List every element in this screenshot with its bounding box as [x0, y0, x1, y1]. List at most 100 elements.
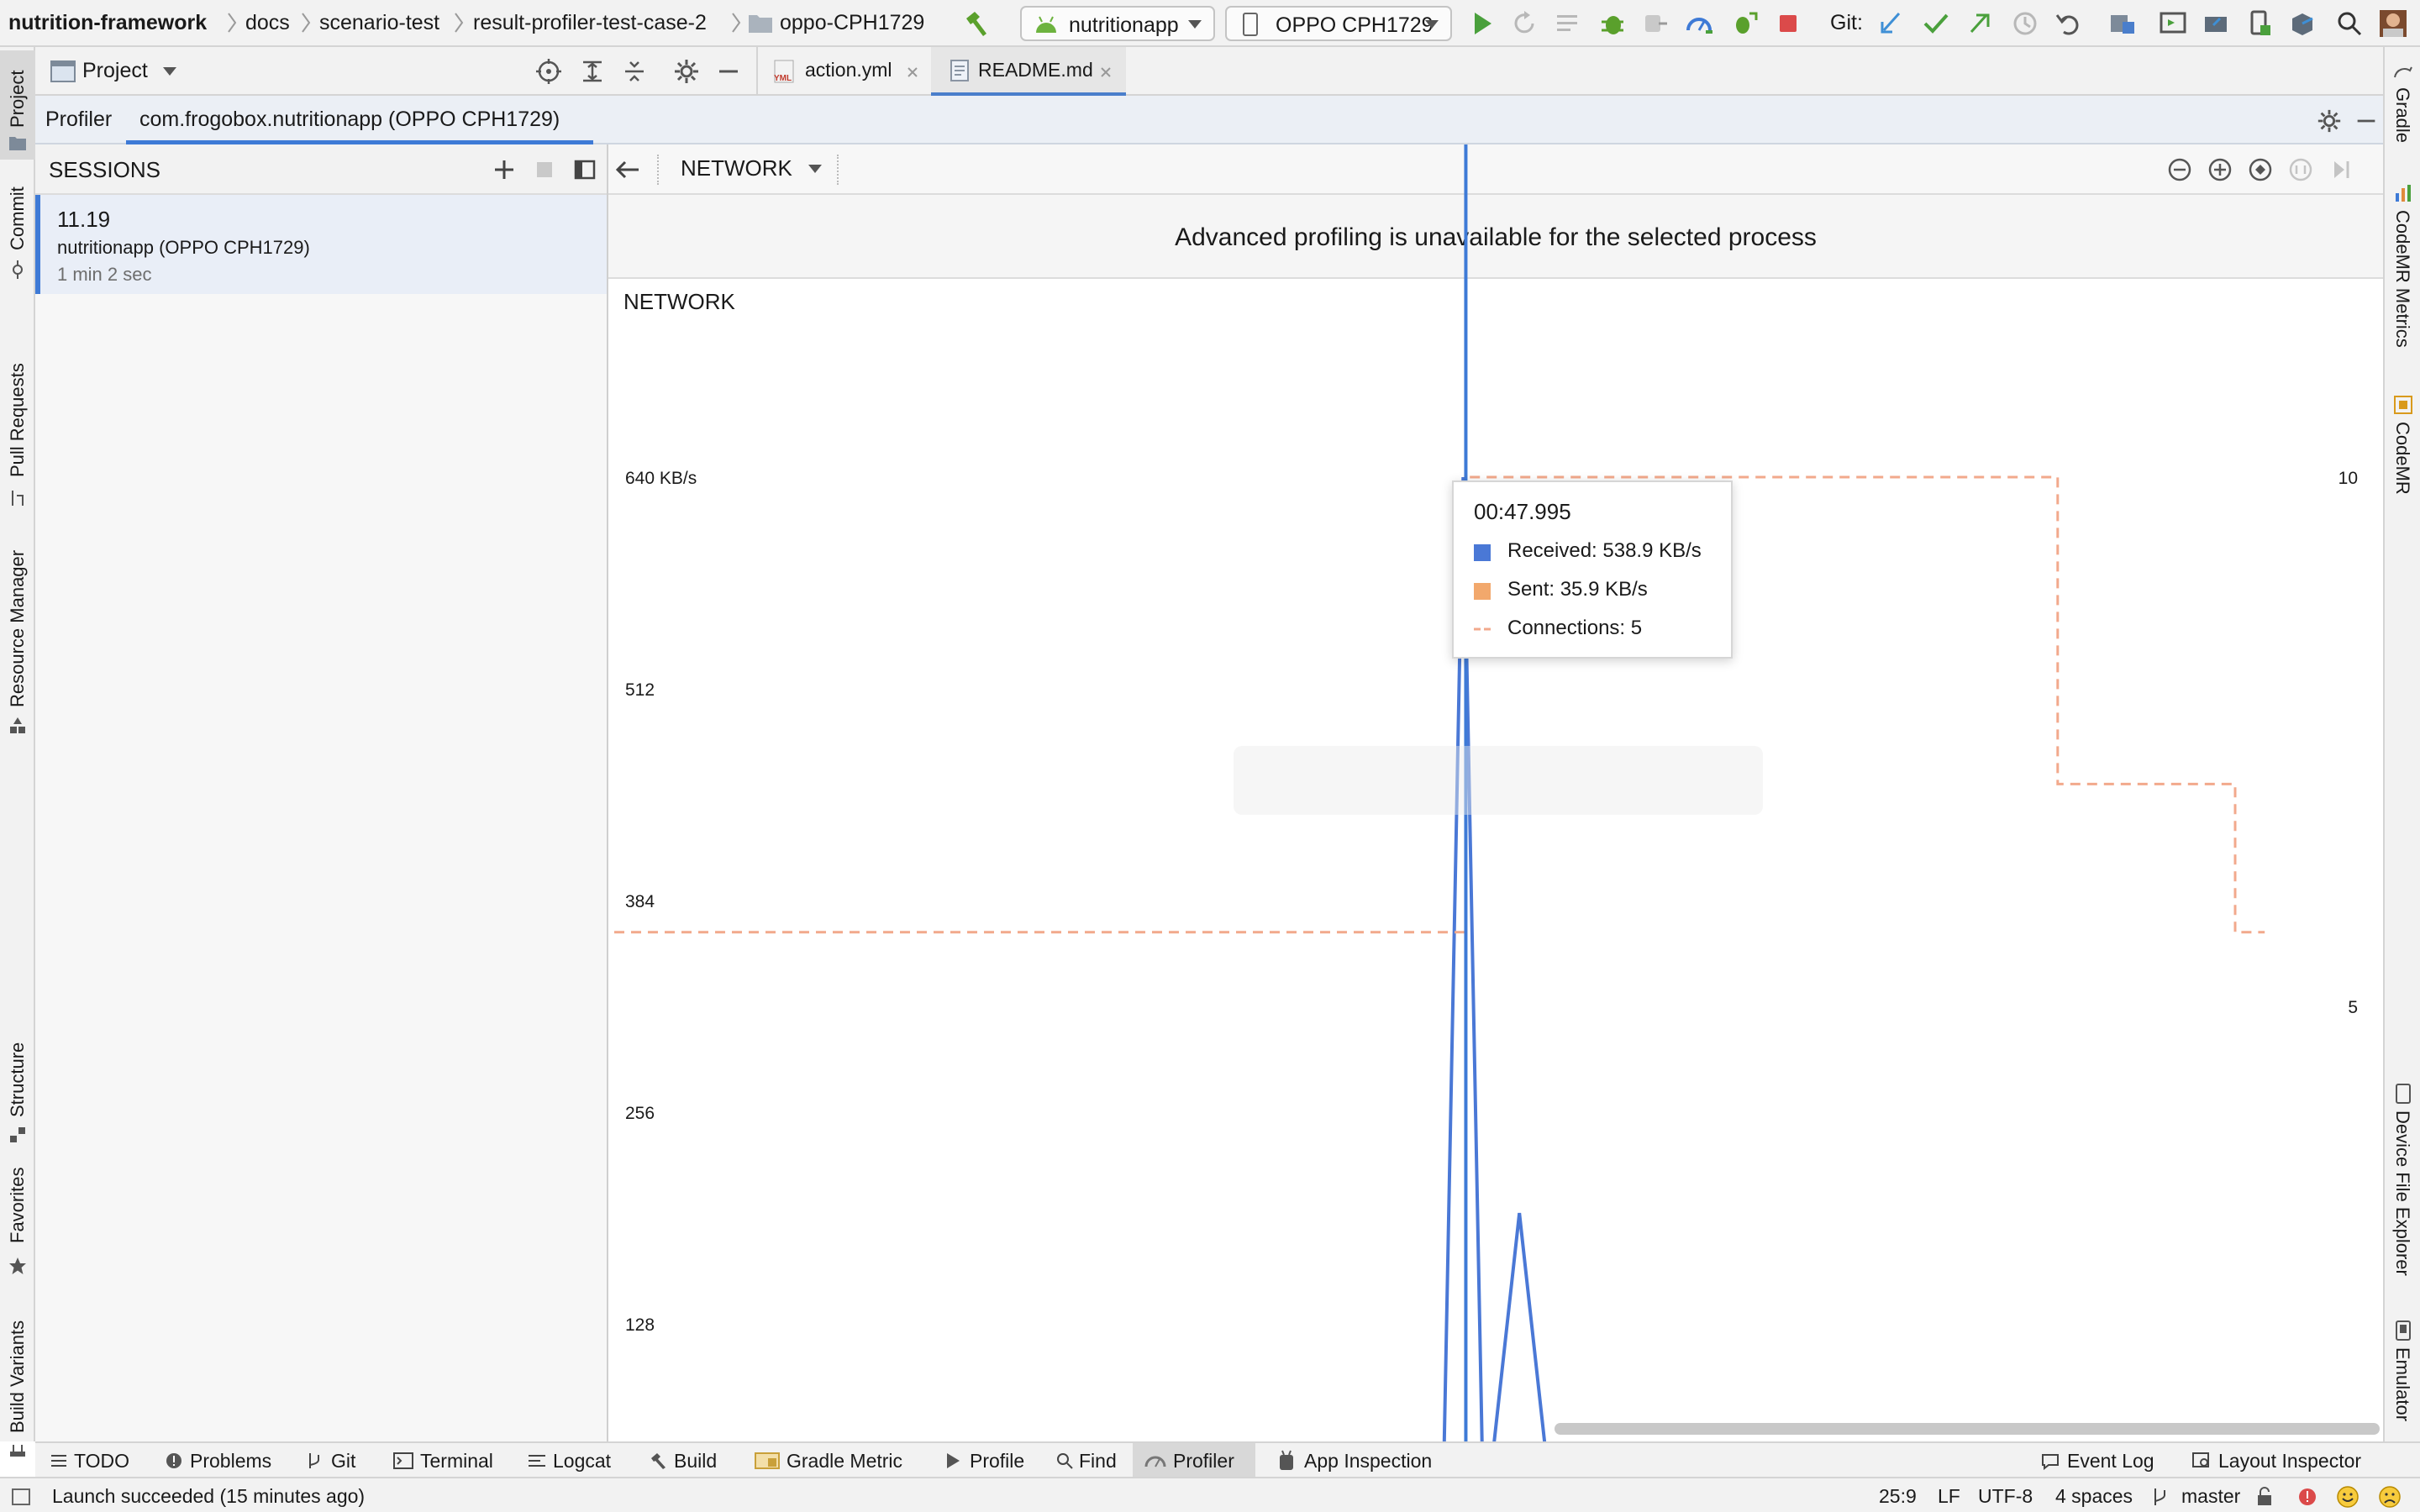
gear-icon[interactable]: [2316, 108, 2343, 134]
caret-position[interactable]: 25:9: [1879, 1485, 1917, 1508]
search-icon[interactable]: [2334, 8, 2365, 39]
attach-debugger-icon[interactable]: [1640, 8, 1670, 39]
hammer-icon[interactable]: [961, 8, 992, 39]
sdk-manager-icon[interactable]: [2287, 8, 2317, 39]
bottom-tab-logcat[interactable]: Logcat: [528, 1443, 637, 1478]
folder-icon: [749, 15, 772, 33]
go-live-icon[interactable]: [2328, 156, 2354, 183]
gear-icon[interactable]: [672, 57, 701, 86]
bottom-tab-profile[interactable]: Profile: [941, 1443, 1052, 1478]
reset-zoom-icon[interactable]: [2247, 156, 2274, 183]
project-panel-title[interactable]: Project: [82, 59, 148, 83]
git-branch[interactable]: master: [2181, 1485, 2240, 1508]
tool-tab-codemr-metrics[interactable]: CodeMR Metrics: [2385, 181, 2420, 349]
back-arrow-icon[interactable]: [613, 156, 642, 183]
sent-swatch: [1474, 583, 1491, 600]
git-push-icon[interactable]: [1965, 8, 1995, 39]
zoom-out-icon[interactable]: [2166, 156, 2193, 183]
bottom-tab-profiler[interactable]: Profiler: [1133, 1443, 1255, 1478]
breadcrumb-result-folder[interactable]: result-profiler-test-case-2: [473, 9, 707, 36]
add-session-icon[interactable]: [492, 158, 516, 181]
line-separator[interactable]: LF: [1938, 1485, 1960, 1508]
apply-changes-icon[interactable]: [1553, 8, 1583, 39]
zoom-in-icon[interactable]: [2207, 156, 2233, 183]
collapse-panel-icon[interactable]: [573, 158, 597, 181]
stop-icon[interactable]: [1773, 8, 1803, 39]
git-history-icon[interactable]: [2010, 8, 2040, 39]
project-structure-icon[interactable]: [2107, 8, 2138, 39]
timeline-scrollbar[interactable]: [1555, 1423, 2380, 1435]
tool-tab-codemr[interactable]: CodeMR: [2385, 391, 2420, 543]
build-variants-icon: [10, 1445, 25, 1457]
breadcrumb-docs[interactable]: docs: [245, 9, 290, 36]
breadcrumb-scenario-test[interactable]: scenario-test: [319, 9, 439, 36]
lock-icon[interactable]: [2255, 1487, 2274, 1507]
bottom-tab-app-inspection[interactable]: App Inspection: [1277, 1443, 1470, 1478]
tool-tab-resource-manager[interactable]: Resource Manager: [0, 501, 35, 744]
avatar[interactable]: [2378, 8, 2408, 39]
bottom-tab-gradle-metric[interactable]: Gradle Metric: [755, 1443, 939, 1478]
device-manager-icon[interactable]: [2158, 8, 2188, 39]
debug-icon[interactable]: [1598, 8, 1628, 39]
git-update-icon[interactable]: [1876, 8, 1906, 39]
git-label: Git:: [1830, 11, 1863, 34]
minimize-icon[interactable]: [714, 57, 743, 86]
tool-tab-emulator[interactable]: Emulator: [2385, 1317, 2420, 1443]
zoom-to-selection-icon[interactable]: [2287, 156, 2314, 183]
close-icon[interactable]: [1099, 66, 1113, 79]
device-select[interactable]: OPPO CPH1729: [1225, 6, 1452, 41]
tool-tab-project[interactable]: Project: [0, 50, 35, 160]
stop-session-icon[interactable]: [533, 158, 556, 181]
run-config-select[interactable]: nutritionapp: [1020, 6, 1215, 41]
network-chart[interactable]: 35.00040.00045.00050.00055.00001:00.0006…: [608, 144, 2383, 1512]
breadcrumb-project[interactable]: nutrition-framework: [8, 9, 207, 36]
debug-attach-icon[interactable]: [1729, 8, 1760, 39]
tab-readme-md[interactable]: README.md: [931, 47, 1126, 96]
collapse-all-icon[interactable]: [620, 57, 649, 86]
happy-face-icon[interactable]: [2336, 1485, 2360, 1509]
tool-tab-structure[interactable]: Structure: [0, 988, 35, 1147]
tool-tab-commit[interactable]: Commit: [0, 181, 35, 307]
error-icon[interactable]: [2297, 1487, 2317, 1507]
bottom-tab-layout-inspector[interactable]: Layout Inspector: [2191, 1443, 2410, 1478]
breadcrumb-current-folder[interactable]: oppo-CPH1729: [780, 9, 924, 36]
metrics-icon: [2396, 185, 2411, 202]
bottom-tab-event-log[interactable]: Event Log: [2040, 1443, 2175, 1478]
bottom-tab-find[interactable]: Find: [1052, 1443, 1133, 1478]
profile-icon[interactable]: [1684, 8, 1714, 39]
tab-profiler[interactable]: Profiler: [35, 96, 126, 144]
tool-tab-build-variants[interactable]: Build Variants: [0, 1265, 35, 1457]
bottom-tab-label: Find: [1079, 1450, 1117, 1472]
tool-tab-gradle[interactable]: Gradle: [2385, 59, 2420, 168]
bottom-tab-todo[interactable]: TODO: [50, 1443, 151, 1478]
tool-tab-pull-requests[interactable]: Pull Requests: [0, 314, 35, 516]
minimize-icon[interactable]: [2353, 108, 2380, 134]
bottom-tab-terminal[interactable]: Terminal: [393, 1443, 519, 1478]
tool-tab-device-file-explorer[interactable]: Device File Explorer: [2385, 1082, 2420, 1334]
git-commit-icon[interactable]: [1921, 8, 1951, 39]
monitor-select[interactable]: NETWORK: [681, 155, 792, 181]
gradle-metric-icon: [755, 1452, 780, 1469]
close-icon[interactable]: [906, 66, 919, 79]
indent-setting[interactable]: 4 spaces: [2055, 1485, 2133, 1508]
tab-profiler-session[interactable]: com.frogobox.nutritionapp (OPPO CPH1729): [126, 96, 593, 144]
chevron-down-icon[interactable]: [161, 66, 178, 77]
tab-action-yml[interactable]: YML action.yml: [758, 47, 931, 96]
layout-inspector-icon: [2192, 1452, 2209, 1467]
run-icon[interactable]: [1467, 8, 1497, 39]
file-encoding[interactable]: UTF-8: [1978, 1485, 2033, 1508]
avd-manager-icon[interactable]: [2245, 8, 2275, 39]
chevron-down-icon[interactable]: [807, 163, 823, 175]
session-item[interactable]: 11.19 nutritionapp (OPPO CPH1729) 1 min …: [35, 195, 607, 294]
locate-icon[interactable]: [534, 57, 563, 86]
bottom-tab-build[interactable]: Build: [649, 1443, 741, 1478]
sad-face-icon[interactable]: [2378, 1485, 2402, 1509]
bottom-tab-git[interactable]: Git: [306, 1443, 381, 1478]
rerun-icon[interactable]: [1509, 8, 1539, 39]
sync-gradle-icon[interactable]: [2202, 8, 2232, 39]
git-rollback-icon[interactable]: [2054, 8, 2084, 39]
status-toggle-icon[interactable]: [12, 1488, 30, 1505]
expand-all-icon[interactable]: [578, 57, 607, 86]
status-message[interactable]: Launch succeeded (15 minutes ago): [52, 1485, 365, 1508]
bottom-tab-problems[interactable]: Problems: [165, 1443, 299, 1478]
